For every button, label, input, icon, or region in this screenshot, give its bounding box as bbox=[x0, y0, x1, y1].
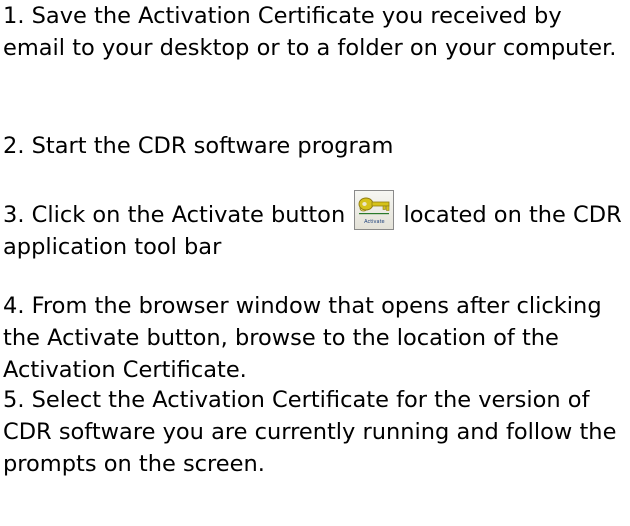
activate-button-caption: Activate bbox=[364, 219, 385, 225]
step-5: 5. Select the Activation Certificate for… bbox=[3, 387, 617, 477]
step-4: 4. From the browser window that opens af… bbox=[3, 293, 602, 383]
step-2: 2. Start the CDR software program bbox=[3, 133, 394, 159]
step-3-text-before: 3. Click on the Activate button bbox=[3, 202, 353, 228]
instructions-document: 1. Save the Activation Certificate you r… bbox=[0, 0, 630, 526]
step-1: 1. Save the Activation Certificate you r… bbox=[3, 3, 617, 61]
step-3: 3. Click on the Activate button Activate… bbox=[3, 190, 627, 263]
activate-button[interactable]: Activate bbox=[354, 190, 395, 230]
